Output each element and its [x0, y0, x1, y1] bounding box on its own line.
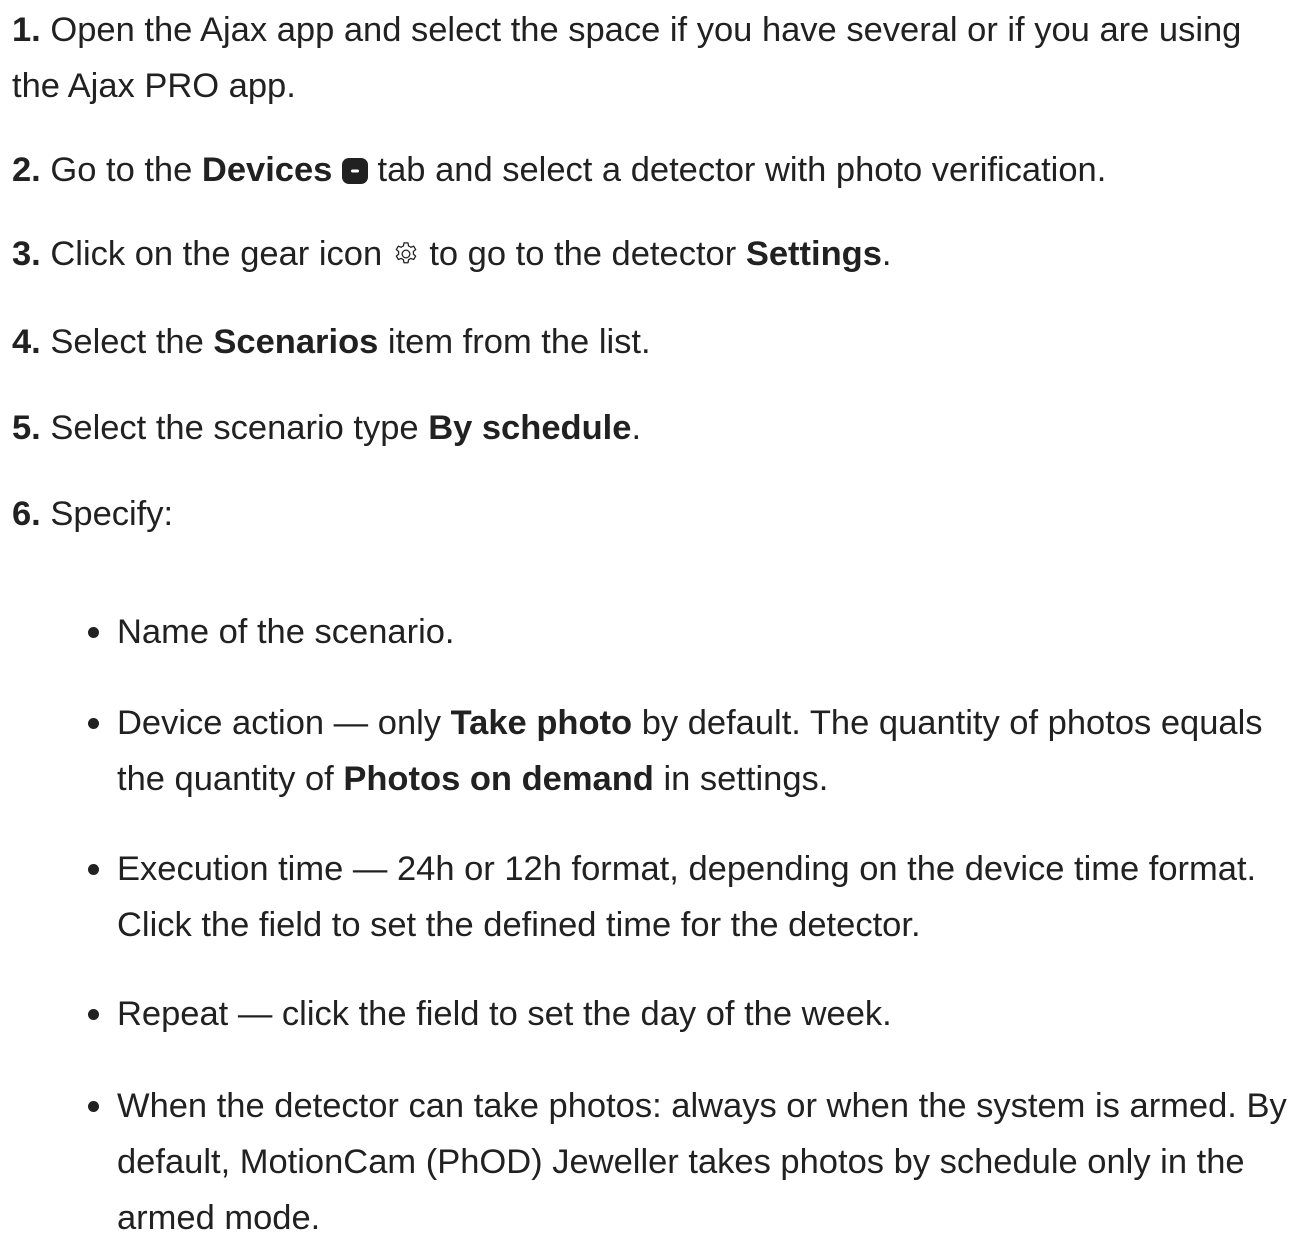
step-3: 3. Click on the gear icon to go to the d… [12, 226, 1287, 285]
step-2-pre: Go to the [50, 151, 193, 189]
step-4-post: item from the list. [387, 323, 651, 361]
step-3-pre: Click on the gear icon [50, 235, 383, 273]
bullet-3-text: Execution time — 24h or 12h format, depe… [117, 850, 1257, 944]
step-2-number: 2. [12, 151, 41, 189]
step-1-number: 1. [12, 11, 41, 49]
bullet-2-take-photo: Take photo [450, 704, 633, 742]
step-4-number: 4. [12, 323, 41, 361]
bullet-2-pre: Device action — only [117, 704, 442, 742]
instructions-page: 1. Open the Ajax app and select the spac… [0, 0, 1307, 1237]
step-5-post: . [631, 409, 642, 447]
step-6: 6. Specify: [12, 486, 1287, 542]
step-3-mid: to go to the detector [429, 235, 737, 273]
step-1: 1. Open the Ajax app and select the spac… [12, 2, 1287, 114]
list-item: When the detector can take photos: alway… [88, 1078, 1295, 1246]
list-item: Repeat — click the field to set the day … [88, 986, 1295, 1042]
step-5-pre: Select the scenario type [50, 409, 419, 447]
step-2: 2. Go to the Devices tab and select a de… [12, 142, 1287, 201]
step-5-by-schedule-label: By schedule [428, 409, 632, 447]
gear-icon [392, 229, 420, 285]
devices-tab-icon [341, 145, 368, 201]
step-4-scenarios-label: Scenarios [213, 323, 379, 361]
list-item: Device action — only Take photo by defau… [88, 695, 1295, 807]
bullet-2-post: in settings. [663, 760, 829, 798]
bullet-5-text: When the detector can take photos: alway… [117, 1087, 1287, 1237]
bullet-1-text: Name of the scenario. [117, 613, 455, 651]
bullet-4-text: Repeat — click the field to set the day … [117, 995, 892, 1033]
step-2-devices-label: Devices [201, 151, 333, 189]
step-6-text: Specify: [50, 495, 174, 533]
step-5: 5. Select the scenario type By schedule. [12, 400, 1287, 456]
step-1-text: Open the Ajax app and select the space i… [12, 11, 1242, 105]
step-5-number: 5. [12, 409, 41, 447]
bullet-2-photos-on-demand: Photos on demand [343, 760, 654, 798]
step-2-post: tab and select a detector with photo ver… [377, 151, 1107, 189]
step-4-pre: Select the [50, 323, 204, 361]
step-3-number: 3. [12, 235, 41, 273]
step-6-number: 6. [12, 495, 41, 533]
step-4: 4. Select the Scenarios item from the li… [12, 314, 1287, 370]
list-item: Name of the scenario. [88, 604, 1295, 660]
step-3-settings-label: Settings [745, 235, 882, 273]
list-item: Execution time — 24h or 12h format, depe… [88, 841, 1295, 953]
step-3-post: . [881, 235, 892, 273]
